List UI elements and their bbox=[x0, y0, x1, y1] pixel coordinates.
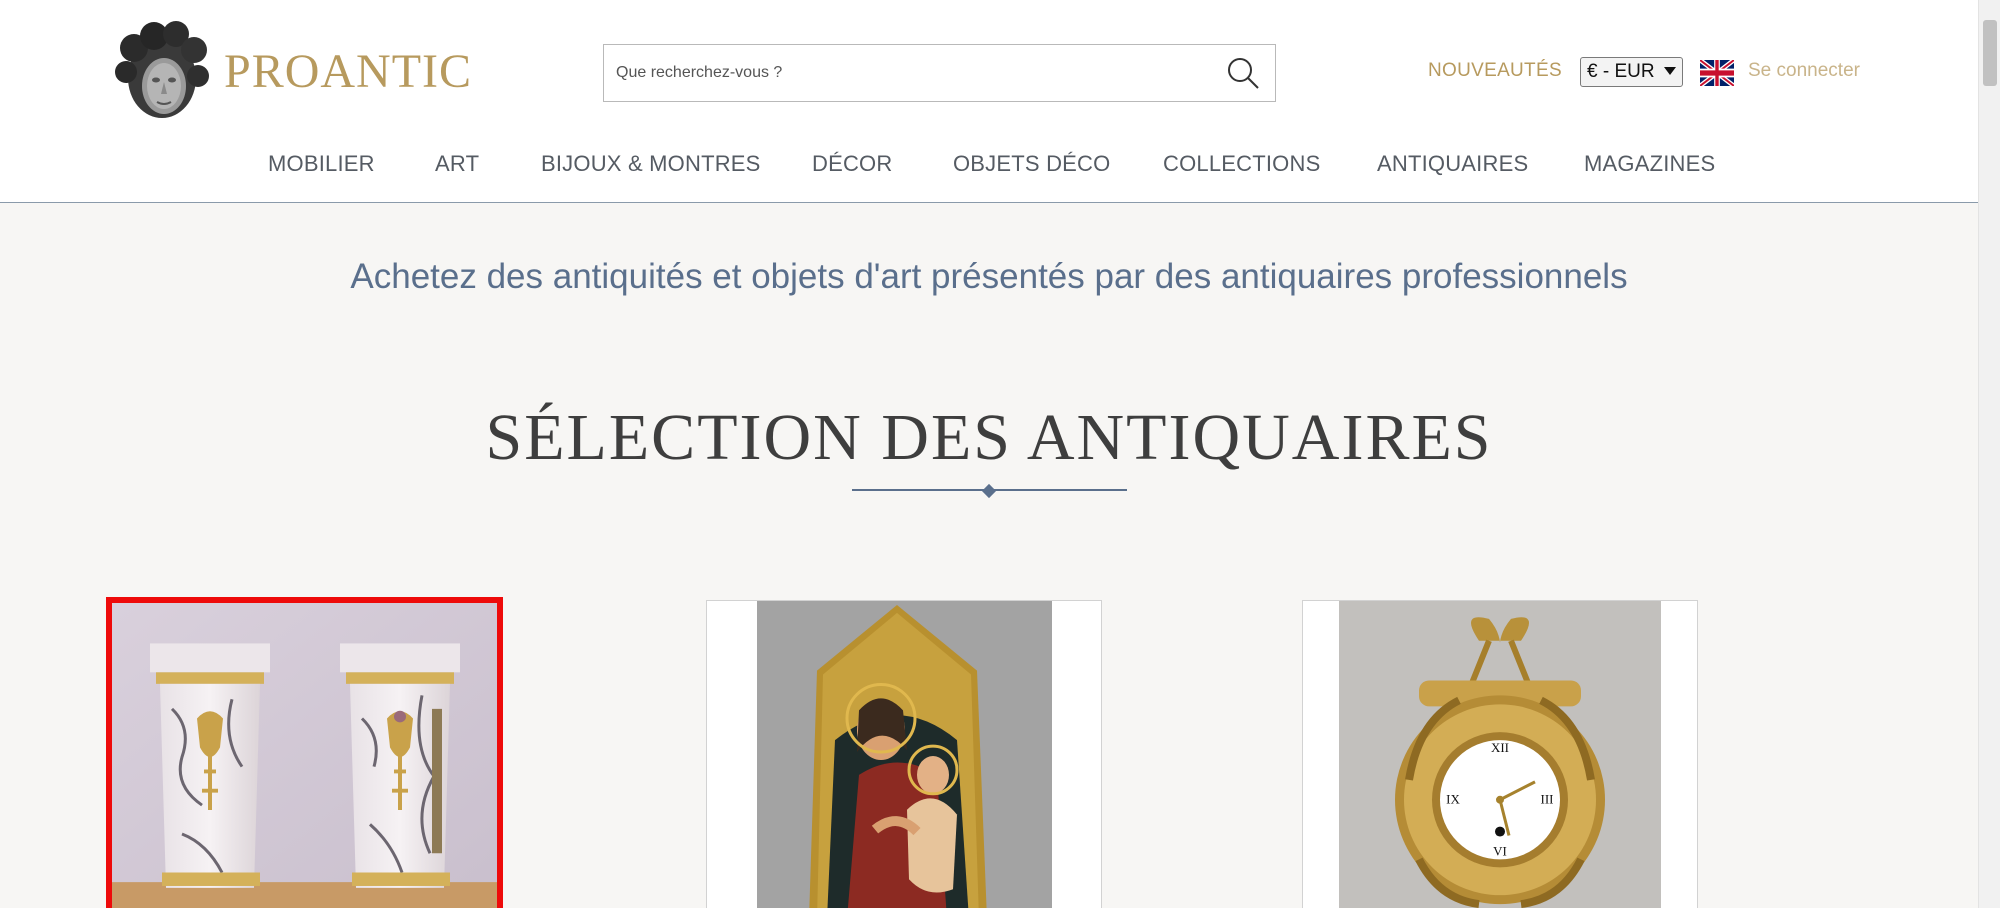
nav-item-decor[interactable]: DÉCOR bbox=[812, 151, 892, 177]
nav-item-antiquaires[interactable]: ANTIQUAIRES bbox=[1377, 151, 1528, 177]
nav-item-art[interactable]: ART bbox=[435, 151, 479, 177]
search-input[interactable] bbox=[616, 45, 1206, 101]
section-title: SÉLECTION DES ANTIQUAIRES bbox=[485, 401, 1493, 474]
title-divider-ornament bbox=[981, 483, 997, 499]
logo-head-icon[interactable] bbox=[112, 20, 210, 122]
login-link[interactable]: Se connecter bbox=[1748, 60, 1860, 82]
nav-item-magazines[interactable]: MAGAZINES bbox=[1584, 151, 1715, 177]
marble-pedestal-pair-image bbox=[112, 603, 497, 908]
svg-text:XII: XII bbox=[1491, 740, 1509, 755]
svg-text:IX: IX bbox=[1446, 792, 1460, 807]
svg-text:VI: VI bbox=[1493, 843, 1507, 858]
currency-select-value: € - EUR bbox=[1587, 61, 1655, 82]
currency-select[interactable]: € - EUR bbox=[1580, 57, 1683, 87]
page-scrollbar[interactable] bbox=[1978, 0, 2000, 908]
nav-item-mobilier[interactable]: MOBILIER bbox=[268, 151, 375, 177]
main-nav: MOBILIER ART BIJOUX & MONTRES DÉCOR OBJE… bbox=[0, 151, 1978, 181]
nav-item-bijoux-montres[interactable]: BIJOUX & MONTRES bbox=[541, 151, 761, 177]
search-icon[interactable] bbox=[1225, 55, 1261, 91]
brand-logo-text[interactable]: PROANTIC bbox=[224, 44, 472, 99]
madonna-and-child-painting-image bbox=[757, 601, 1052, 908]
page-tagline: Achetez des antiquités et objets d'art p… bbox=[350, 257, 1628, 296]
product-card[interactable] bbox=[706, 600, 1102, 908]
scrollbar-thumb[interactable] bbox=[1983, 20, 1997, 86]
svg-text:III: III bbox=[1541, 792, 1554, 807]
product-card[interactable] bbox=[106, 597, 503, 908]
chevron-down-icon bbox=[1664, 67, 1676, 75]
search-bar bbox=[603, 44, 1276, 102]
new-arrivals-link[interactable]: NOUVEAUTÉS bbox=[1428, 60, 1562, 82]
gilt-bronze-wall-clock-image: XII III VI IX bbox=[1339, 601, 1661, 908]
product-card[interactable]: XII III VI IX bbox=[1302, 600, 1698, 908]
nav-item-collections[interactable]: COLLECTIONS bbox=[1163, 151, 1320, 177]
nav-item-objets-deco[interactable]: OBJETS DÉCO bbox=[953, 151, 1110, 177]
uk-flag-icon[interactable] bbox=[1700, 60, 1734, 86]
site-header: PROANTIC NOUVEAUTÉS € - EUR Se connecter… bbox=[0, 0, 1978, 203]
